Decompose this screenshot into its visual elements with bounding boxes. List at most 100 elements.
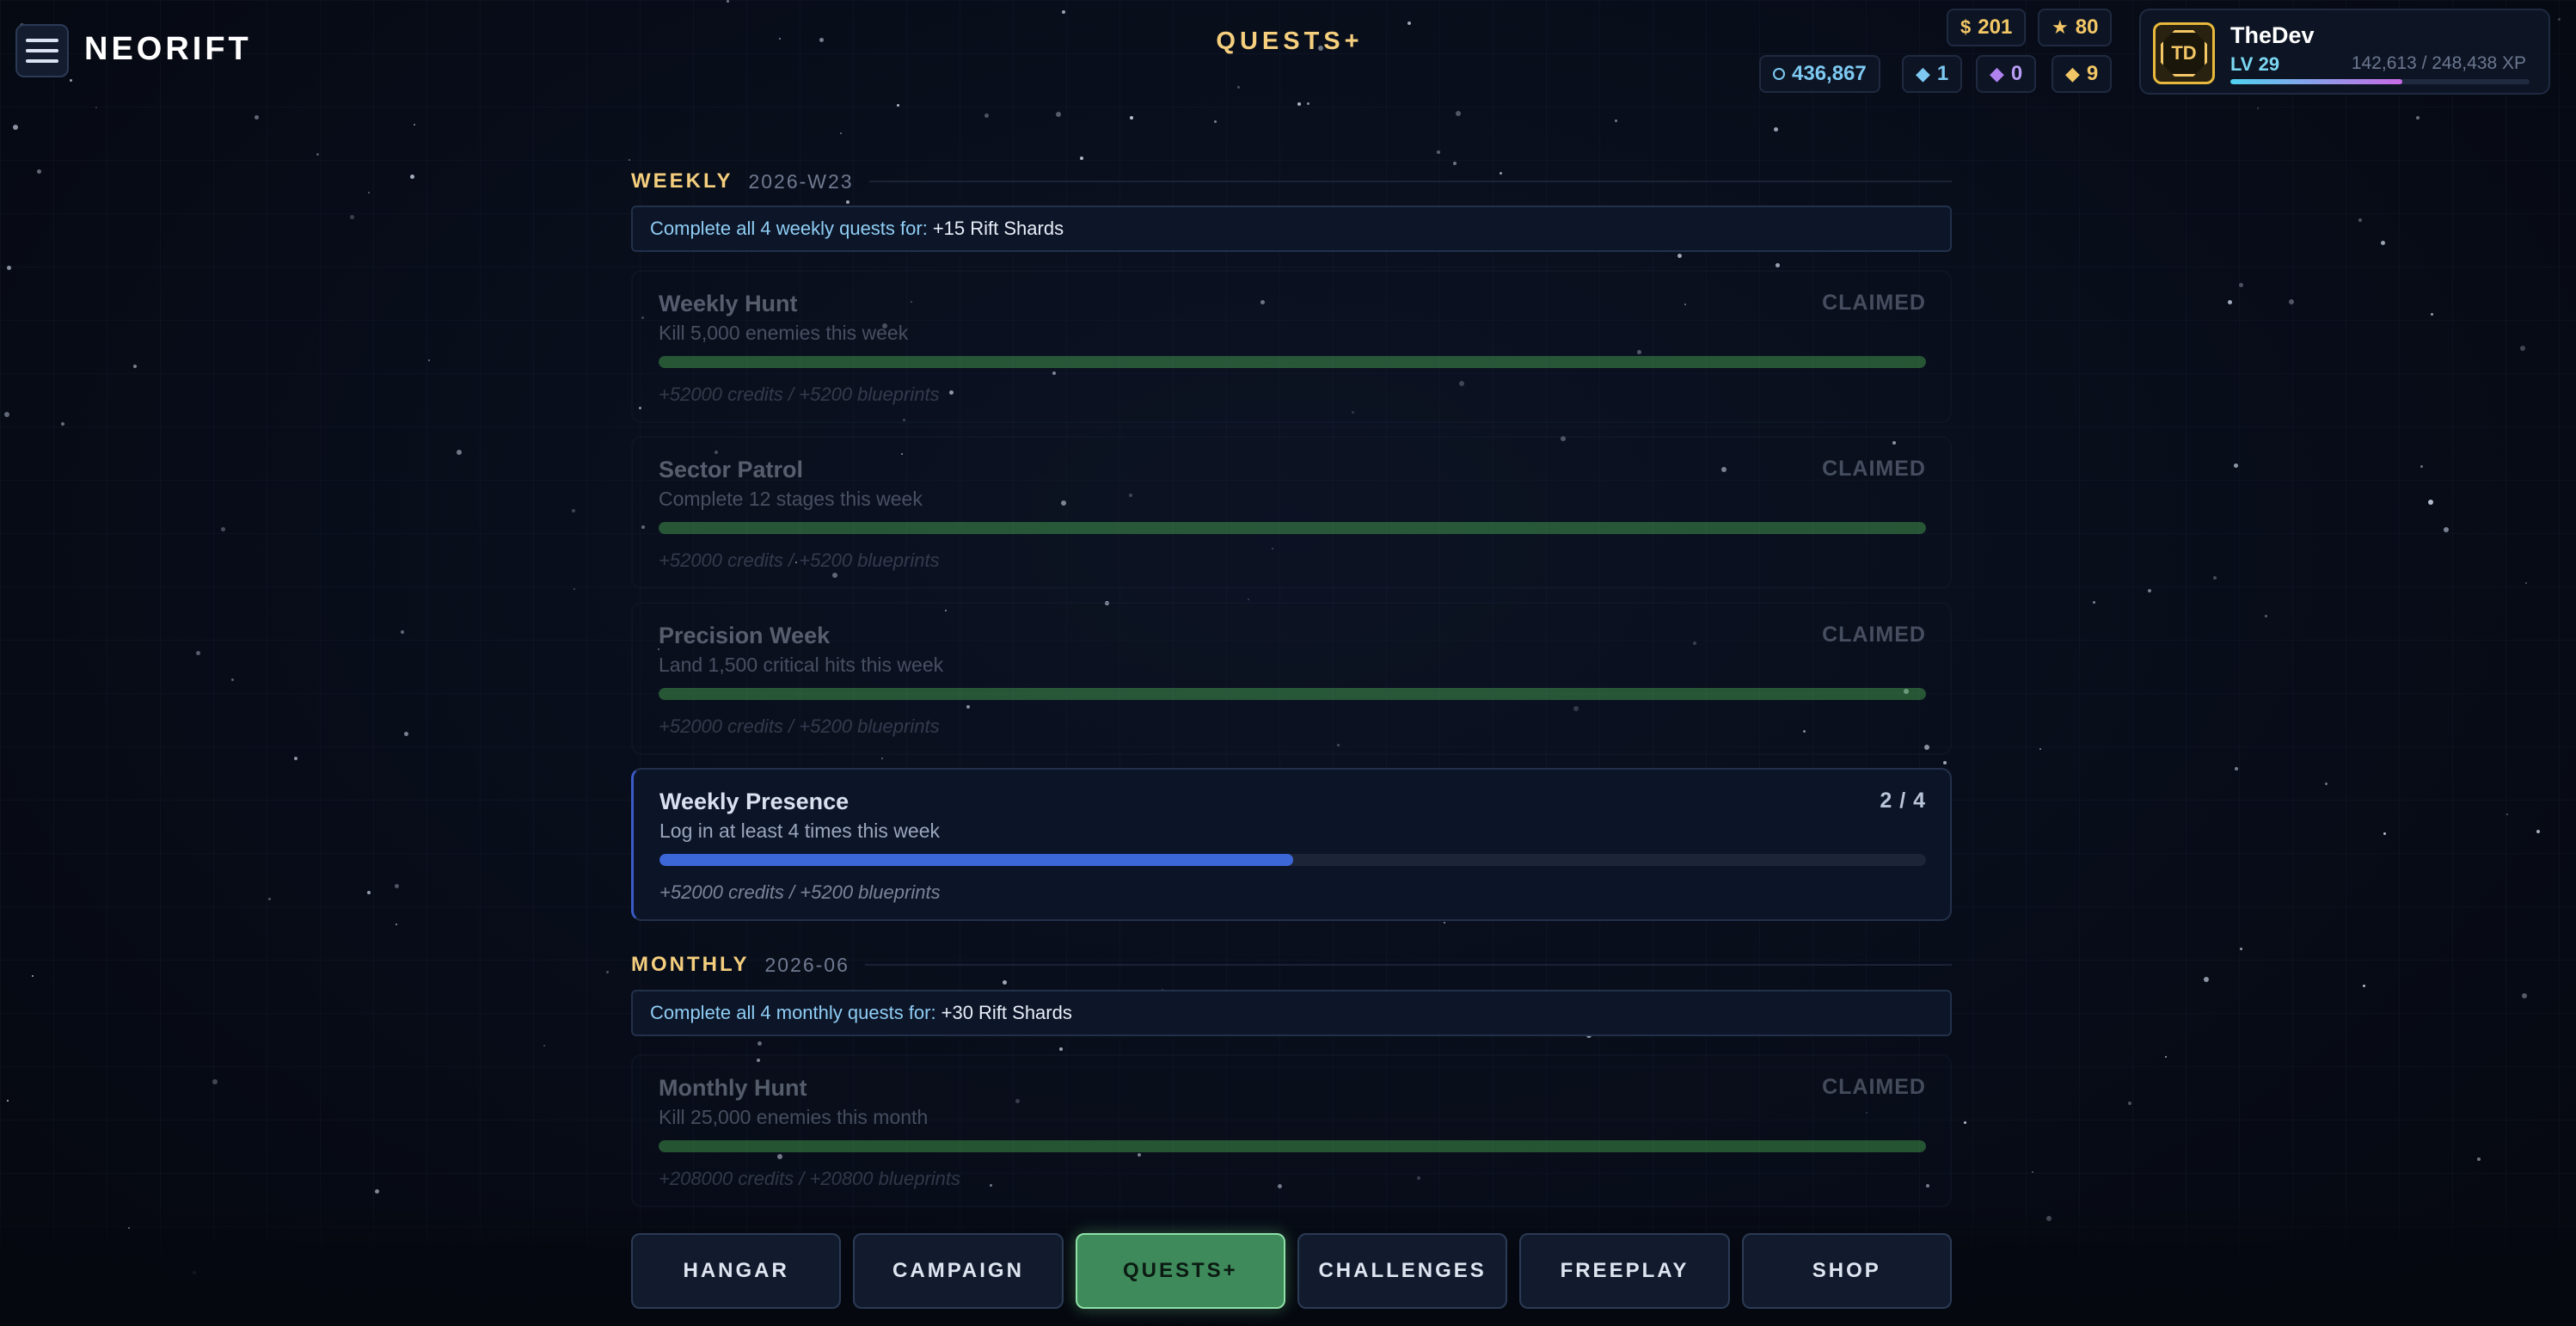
star-dot bbox=[881, 758, 883, 759]
star-dot bbox=[2431, 313, 2433, 316]
nav-hangar[interactable]: HANGAR bbox=[631, 1233, 842, 1309]
star-dot bbox=[2039, 748, 2041, 750]
nav-challenges[interactable]: CHALLENGES bbox=[1297, 1233, 1508, 1309]
coin-ring-icon bbox=[1773, 68, 1785, 80]
quest-reward: +52000 credits / +5200 blueprints bbox=[659, 384, 940, 405]
player-level: LV 29 bbox=[2230, 53, 2280, 75]
star-dot bbox=[2381, 241, 2385, 245]
star-dot bbox=[572, 509, 575, 513]
quest-card[interactable]: Monthly Hunt Kill 25,000 enemies this mo… bbox=[631, 1054, 1952, 1207]
nav-freeplay[interactable]: FREEPLAY bbox=[1519, 1233, 1730, 1309]
star-dot bbox=[1237, 86, 1240, 89]
star-dot bbox=[212, 1079, 218, 1084]
star-dot bbox=[1056, 112, 1061, 117]
star-dot bbox=[1437, 150, 1440, 154]
star-dot bbox=[368, 192, 370, 193]
star-dot bbox=[629, 159, 630, 161]
star-dot bbox=[196, 651, 200, 655]
star-dot bbox=[61, 422, 64, 426]
star-dot bbox=[1408, 21, 1411, 25]
menu-icon-bar bbox=[26, 59, 58, 63]
quest-reward: +52000 credits / +5200 blueprints bbox=[659, 715, 940, 737]
gold-diamond-icon: ◆ bbox=[2065, 63, 2080, 84]
quest-title: Weekly Presence bbox=[659, 789, 849, 814]
quest-progress-fill bbox=[659, 854, 1293, 866]
star-dot bbox=[543, 1045, 545, 1047]
star-dot bbox=[1062, 10, 1065, 14]
quest-card[interactable]: Weekly Hunt Kill 5,000 enemies this week… bbox=[631, 270, 1952, 423]
star-dot bbox=[2416, 116, 2420, 120]
star-dot bbox=[1297, 102, 1301, 106]
star-dot bbox=[428, 359, 430, 361]
star-dot bbox=[2506, 813, 2508, 815]
quest-reward: +52000 credits / +5200 blueprints bbox=[659, 881, 941, 903]
gold-gem-currency: ◆ 9 bbox=[2052, 55, 2113, 93]
weekly-bonus-banner: Complete all 4 weekly quests for: +15 Ri… bbox=[631, 206, 1952, 252]
menu-icon bbox=[26, 39, 58, 42]
monthly-label: MONTHLY bbox=[631, 953, 750, 976]
bottom-nav: HANGAR CAMPAIGN QUESTS+ CHALLENGES FREEP… bbox=[631, 1233, 1952, 1309]
star-dot bbox=[2428, 500, 2433, 505]
coin-value: 436,867 bbox=[1792, 62, 1867, 85]
dollar-currency: $ 201 bbox=[1947, 9, 2027, 46]
quest-title: Sector Patrol bbox=[659, 457, 804, 482]
star-value: 80 bbox=[2075, 15, 2099, 39]
star-dot bbox=[2265, 615, 2267, 617]
star-dot bbox=[37, 169, 41, 174]
nav-campaign[interactable]: CAMPAIGN bbox=[853, 1233, 1064, 1309]
star-dot bbox=[1456, 111, 1461, 116]
star-dot bbox=[2289, 299, 2294, 304]
star-dot bbox=[1615, 120, 1617, 122]
star-dot bbox=[367, 891, 371, 894]
star-dot bbox=[32, 975, 34, 977]
star-dot bbox=[2235, 767, 2238, 770]
star-dot bbox=[2093, 601, 2095, 604]
star-dot bbox=[1776, 263, 1780, 267]
star-dot bbox=[2444, 527, 2449, 532]
star-dot bbox=[2477, 1157, 2481, 1161]
purple-diamond-icon: ◆ bbox=[1990, 63, 2004, 84]
nav-shop[interactable]: SHOP bbox=[1741, 1233, 1952, 1309]
xp-bar-fill bbox=[2230, 79, 2402, 84]
quest-card[interactable]: Weekly Presence Log in at least 4 times … bbox=[631, 768, 1952, 921]
star-dot bbox=[4, 412, 9, 417]
quest-title: Precision Week bbox=[659, 623, 831, 648]
star-dot bbox=[2525, 582, 2527, 584]
monthly-section-header: MONTHLY 2026-06 bbox=[631, 952, 1952, 978]
quest-card[interactable]: Precision Week Land 1,500 critical hits … bbox=[631, 602, 1952, 755]
star-dot bbox=[846, 200, 849, 204]
app-logo: NEORIFT bbox=[84, 31, 252, 67]
star-dot bbox=[897, 104, 899, 107]
star-dot bbox=[414, 124, 415, 126]
player-name: TheDev bbox=[2230, 22, 2315, 48]
quest-status: CLAIMED bbox=[1822, 1075, 1926, 1099]
quest-progress-fill bbox=[659, 1140, 1926, 1152]
star-dot bbox=[395, 884, 399, 888]
quest-progress-fill bbox=[659, 356, 1926, 368]
star-dot bbox=[221, 527, 225, 531]
star-dot bbox=[1453, 162, 1457, 165]
weekly-period: 2026-W23 bbox=[748, 169, 854, 193]
star-currency: ★ 80 bbox=[2038, 9, 2113, 46]
nav-quests[interactable]: QUESTS+ bbox=[1075, 1233, 1285, 1309]
page-title: QUESTS+ bbox=[1216, 28, 1364, 55]
profile-card[interactable]: TD TheDev LV 29 142,613 / 248,438 XP bbox=[2139, 9, 2550, 95]
star-dot bbox=[573, 588, 575, 590]
star-dot bbox=[1248, 599, 1249, 600]
avatar: TD bbox=[2153, 22, 2215, 84]
star-dot bbox=[13, 125, 18, 130]
star-dot bbox=[757, 1041, 762, 1046]
star-dot bbox=[410, 175, 414, 179]
quest-card[interactable]: Sector Patrol Complete 12 stages this we… bbox=[631, 436, 1952, 589]
quest-title: Weekly Hunt bbox=[659, 291, 798, 316]
menu-button[interactable] bbox=[15, 24, 69, 77]
quest-status: CLAIMED bbox=[1822, 457, 1926, 481]
quest-title: Monthly Hunt bbox=[659, 1075, 807, 1101]
blue-gem-currency: ◆ 1 bbox=[1902, 55, 1963, 93]
star-dot bbox=[401, 630, 404, 634]
star-dot bbox=[2239, 283, 2243, 287]
star-dot bbox=[255, 115, 259, 120]
coin-currency: 436,867 bbox=[1759, 55, 1880, 93]
star-dot bbox=[819, 38, 824, 42]
star-dot bbox=[2325, 783, 2328, 785]
